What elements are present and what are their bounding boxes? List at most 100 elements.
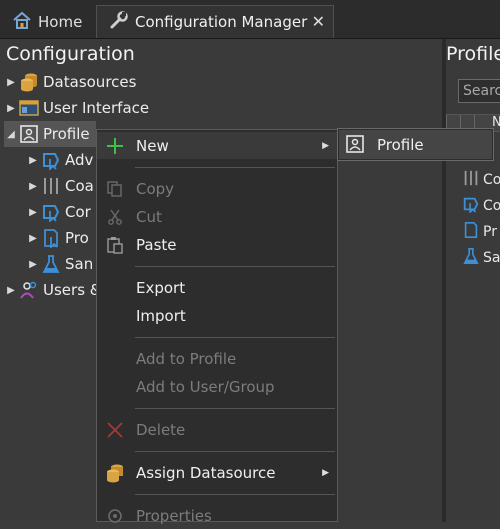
search-input[interactable]: Search: [458, 79, 500, 103]
dotted-bars-icon: [462, 169, 480, 191]
tree-item-users[interactable]: ▶ Users &: [4, 277, 101, 303]
expand-arrow-icon[interactable]: ▶: [4, 77, 18, 88]
menu-item-label: Assign Datasource: [136, 463, 276, 482]
menu-item-label: Copy: [136, 179, 175, 198]
tree-item-san[interactable]: ▶ San: [26, 251, 93, 277]
tree-item-pro[interactable]: ▶ Pro: [26, 225, 89, 251]
submenu-arrow-icon: ▶: [322, 467, 329, 478]
menu-item-properties[interactable]: Properties: [97, 502, 337, 529]
home-icon: [12, 10, 32, 34]
submenu-arrow-icon: ▶: [322, 140, 329, 151]
list-item[interactable]: Sa: [462, 247, 500, 269]
paste-icon: [105, 235, 125, 255]
collapse-arrow-icon[interactable]: ◢: [4, 129, 18, 140]
panel-title: Configuration: [6, 43, 135, 65]
menu-item-label: Export: [136, 278, 186, 297]
right-panel-title: Profile: [446, 43, 500, 65]
menu-separator: [135, 451, 335, 452]
menu-item-label: New: [136, 136, 169, 155]
tab-configuration-manager[interactable]: Configuration Manager ✕: [96, 5, 334, 38]
expand-arrow-icon[interactable]: ▶: [26, 259, 40, 270]
tree-item-label: Adv: [65, 151, 94, 169]
close-tab-button[interactable]: ✕: [312, 12, 325, 31]
menu-item-copy[interactable]: Copy: [97, 175, 337, 202]
tree-item-adv[interactable]: ▶ Adv: [26, 147, 93, 173]
tree-item-profile[interactable]: ◢ Profile: [4, 121, 96, 147]
tree-item-label: Profile: [43, 125, 90, 143]
profile-icon: [345, 134, 365, 158]
tab-home[interactable]: Home: [0, 5, 96, 38]
tree-item-label: Coa: [65, 177, 94, 195]
database-icon: [105, 463, 125, 483]
x-icon: [105, 420, 125, 440]
list-item[interactable]: Co: [462, 195, 500, 217]
expand-arrow-icon[interactable]: ▶: [26, 207, 40, 218]
menu-item-assign-datasource[interactable]: Assign Datasource ▶: [97, 459, 337, 486]
menu-item-add-to-user-group[interactable]: Add to User/Group: [97, 373, 337, 400]
tree-item-label: Cor: [65, 203, 91, 221]
tree-item-label: User Interface: [43, 99, 150, 117]
expand-arrow-icon[interactable]: ▶: [26, 181, 40, 192]
menu-separator: [135, 167, 335, 168]
menu-item-label: Add to User/Group: [136, 377, 275, 396]
tree-item-label: San: [65, 255, 94, 273]
document-pointer-icon: [462, 221, 480, 243]
tab-configuration-manager-label: Configuration Manager: [135, 13, 308, 31]
menu-item-paste[interactable]: Paste: [97, 231, 337, 258]
expand-arrow-icon[interactable]: ▶: [26, 233, 40, 244]
wrench-icon: [109, 10, 129, 34]
plus-icon: [105, 136, 125, 156]
menu-separator: [135, 266, 335, 267]
menu-separator: [135, 337, 335, 338]
submenu-item-profile[interactable]: Profile: [339, 130, 492, 159]
menu-item-label: Import: [136, 306, 186, 325]
expand-arrow-icon[interactable]: ▶: [26, 155, 40, 166]
list-item[interactable]: Co: [462, 169, 500, 191]
shape-pointer-icon: [40, 201, 62, 223]
menu-item-new[interactable]: New ▶: [97, 132, 337, 159]
context-menu: New ▶ Copy Cut Paste Export Import Add t…: [96, 129, 338, 525]
list-item-label: Co: [483, 198, 500, 214]
shape-pointer-icon: [462, 195, 480, 217]
menu-item-label: Paste: [136, 235, 177, 254]
profile-panel: Profile Search N A Co Co Pr Sa: [446, 39, 500, 522]
menu-item-cut[interactable]: Cut: [97, 203, 337, 230]
window-icon: [18, 97, 40, 119]
profile-icon: [18, 123, 40, 145]
expand-arrow-icon[interactable]: ▶: [4, 285, 18, 296]
document-pointer-icon: [40, 227, 62, 249]
menu-item-label: Add to Profile: [136, 349, 237, 368]
properties-icon: [105, 506, 125, 526]
expand-arrow-icon[interactable]: ▶: [4, 103, 18, 114]
menu-item-export[interactable]: Export: [97, 274, 337, 301]
shape-pointer-icon: [40, 149, 62, 171]
flask-icon: [462, 247, 480, 269]
tree-item-coa[interactable]: ▶ Coa: [26, 173, 94, 199]
menu-separator: [135, 494, 335, 495]
list-item-label: Co: [483, 172, 500, 188]
copy-icon: [105, 179, 125, 199]
dotted-bars-icon: [40, 175, 62, 197]
flask-icon: [40, 253, 62, 275]
new-submenu: Profile: [337, 128, 494, 161]
tab-home-label: Home: [38, 12, 83, 31]
tree-item-label: Datasources: [43, 73, 137, 91]
scissors-icon: [105, 207, 125, 227]
tree-item-datasources[interactable]: ▶ Datasources: [4, 69, 136, 95]
menu-item-import[interactable]: Import: [97, 302, 337, 329]
menu-item-delete[interactable]: Delete: [97, 416, 337, 443]
menu-item-add-to-profile[interactable]: Add to Profile: [97, 345, 337, 372]
tree-item-cor[interactable]: ▶ Cor: [26, 199, 91, 225]
list-item-label: Sa: [483, 250, 500, 266]
menu-separator: [135, 408, 335, 409]
menu-item-label: Cut: [136, 207, 162, 226]
tree-item-label: Pro: [65, 229, 89, 247]
list-item[interactable]: Pr: [462, 221, 497, 243]
database-icon: [18, 71, 40, 93]
users-icon: [18, 279, 40, 301]
list-item-label: Pr: [483, 224, 497, 240]
tab-bar: Home Configuration Manager ✕: [0, 0, 500, 39]
menu-item-label: Delete: [136, 420, 186, 439]
tree-item-user-interface[interactable]: ▶ User Interface: [4, 95, 149, 121]
submenu-item-label: Profile: [377, 135, 424, 154]
